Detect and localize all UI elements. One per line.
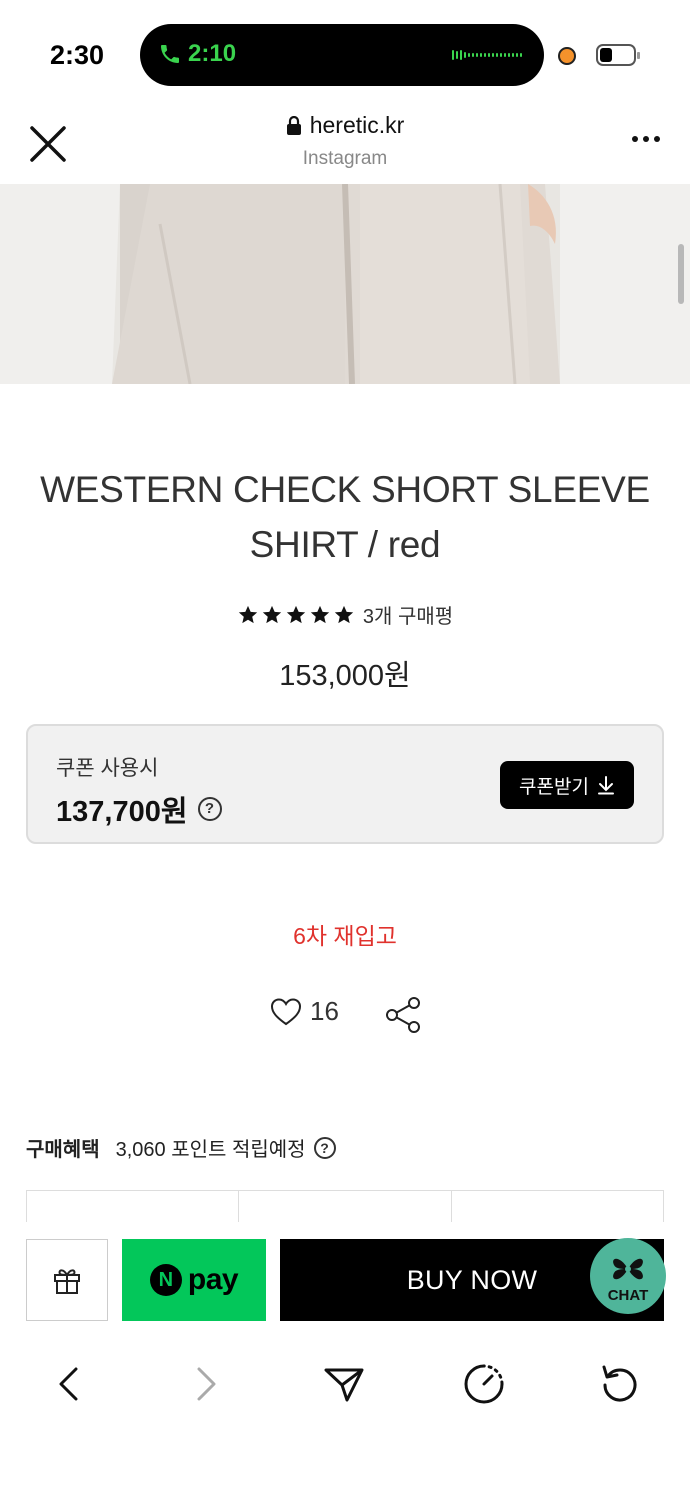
- npay-logo-icon: N: [149, 1264, 182, 1296]
- battery-icon: [596, 44, 640, 66]
- lock-icon: [286, 116, 301, 135]
- audio-waveform-icon: [452, 50, 522, 60]
- gift-button[interactable]: [26, 1239, 108, 1321]
- phone-icon: [161, 45, 179, 63]
- back-button[interactable]: [46, 1362, 90, 1406]
- coupon-download-button[interactable]: 쿠폰받기: [500, 761, 634, 809]
- domain-text: heretic.kr: [309, 112, 405, 138]
- star-icon: [334, 605, 354, 623]
- reload-button[interactable]: [598, 1362, 642, 1406]
- call-duration: 2:10: [188, 40, 237, 67]
- coupon-label: 쿠폰 사용시: [56, 757, 159, 780]
- chat-label: CHAT: [607, 1286, 649, 1304]
- benefit-title: 구매혜택: [26, 1139, 100, 1161]
- share-button[interactable]: [322, 1362, 366, 1406]
- rating-stars: [237, 604, 355, 626]
- purchase-benefit: 구매혜택 3,060 포인트 적립예정 ?: [26, 1133, 336, 1162]
- status-time: 2:30: [50, 40, 105, 70]
- like-button[interactable]: 16: [270, 996, 339, 1027]
- chat-logo-icon: [613, 1258, 643, 1279]
- timer-icon: [464, 1364, 504, 1404]
- call-indicator: 2:10: [158, 40, 236, 68]
- url-display[interactable]: heretic.kr: [0, 112, 690, 139]
- source-text: Instagram: [302, 148, 388, 169]
- chevron-left-icon: [59, 1367, 78, 1401]
- coupon-button-label: 쿠폰받기: [519, 776, 589, 798]
- npay-label: pay: [187, 1263, 239, 1296]
- status-bar: 2:30 2:10: [0, 0, 690, 106]
- buy-now-label: BUY NOW: [406, 1264, 538, 1295]
- like-count: 16: [310, 996, 339, 1026]
- npay-button[interactable]: N pay: [122, 1239, 266, 1321]
- product-photo: [0, 184, 690, 384]
- chat-button[interactable]: CHAT: [590, 1238, 666, 1314]
- benefit-text: 3,060 포인트 적립예정: [115, 1139, 306, 1161]
- forward-button[interactable]: [185, 1362, 229, 1406]
- star-icon: [310, 605, 330, 623]
- share-icon[interactable]: [384, 996, 422, 1039]
- reload-icon: [602, 1365, 637, 1402]
- coupon-box: 쿠폰 사용시 137,700원 ? 쿠폰받기: [26, 724, 664, 844]
- scrollbar[interactable]: [678, 244, 684, 304]
- send-icon: [324, 1368, 364, 1402]
- recording-indicator-icon: [558, 47, 576, 65]
- product-image[interactable]: [0, 184, 690, 384]
- coupon-price: 137,700원 ?: [56, 788, 222, 830]
- more-icon[interactable]: [632, 136, 660, 142]
- browser-header: heretic.kr Instagram: [0, 106, 690, 184]
- purchase-bar: N pay BUY NOW: [0, 1222, 690, 1344]
- star-icon: [262, 605, 282, 623]
- star-icon: [238, 605, 258, 623]
- dynamic-island[interactable]: 2:10: [140, 24, 544, 86]
- heart-icon: [270, 997, 302, 1025]
- coupon-price-value: 137,700원: [56, 796, 188, 828]
- activity-button[interactable]: [462, 1362, 506, 1406]
- download-icon: [597, 776, 614, 795]
- restock-notice: 6차 재입고: [293, 923, 397, 949]
- gift-icon: [54, 1269, 80, 1294]
- browser-toolbar: [0, 1344, 690, 1424]
- help-icon[interactable]: ?: [313, 1136, 336, 1159]
- star-icon: [286, 605, 306, 623]
- product-title: WESTERN CHECK SHORT SLEEVE SHIRT / red: [40, 469, 650, 565]
- help-icon[interactable]: ?: [197, 797, 222, 821]
- chevron-right-icon: [197, 1367, 216, 1401]
- product-price: 153,000원: [279, 660, 411, 692]
- review-count[interactable]: 3개 구매평: [363, 600, 453, 629]
- rating-row[interactable]: 3개 구매평: [0, 600, 690, 629]
